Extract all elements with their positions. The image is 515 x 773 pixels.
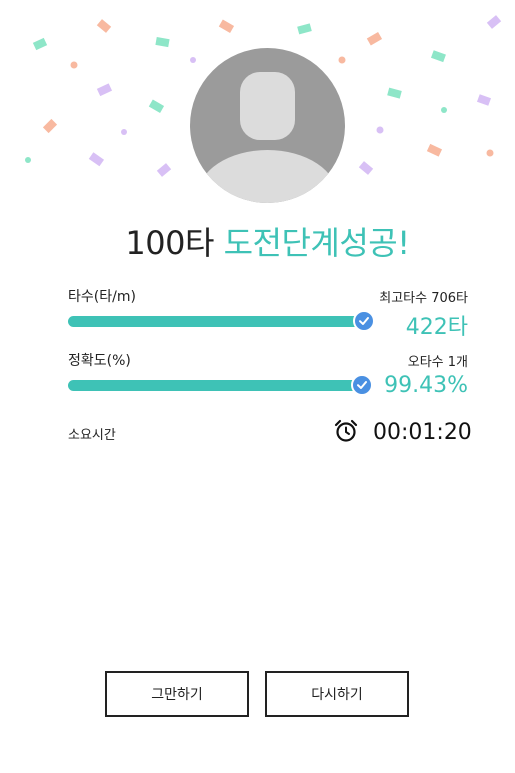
speed-label: 타수(타/m) [68,289,136,305]
user-avatar [190,48,345,203]
time-value: 00:01:20 [373,420,472,445]
retry-button-label: 다시하기 [311,687,363,703]
speed-progress-bar [68,316,364,327]
alarm-clock-icon [334,419,358,442]
speed-value: 422타 [405,315,468,340]
stage-label: 100타 [125,224,214,262]
accuracy-check-icon [351,374,373,396]
retry-button[interactable]: 다시하기 [265,671,409,717]
time-label: 소요시간 [68,428,116,443]
accuracy-label: 정확도(%) [68,353,131,369]
typo-count-text: 오타수 1개 [407,355,468,370]
success-label: 도전단계성공! [223,224,410,262]
best-speed-text: 최고타수 706타 [379,291,468,306]
user-avatar-icon [197,72,338,203]
quit-button[interactable]: 그만하기 [105,671,249,717]
speed-check-icon [353,310,375,332]
result-title: 100타 도전단계성공! [0,218,515,264]
accuracy-progress-bar [68,380,362,391]
accuracy-value: 99.43% [384,373,468,398]
quit-button-label: 그만하기 [151,687,203,703]
